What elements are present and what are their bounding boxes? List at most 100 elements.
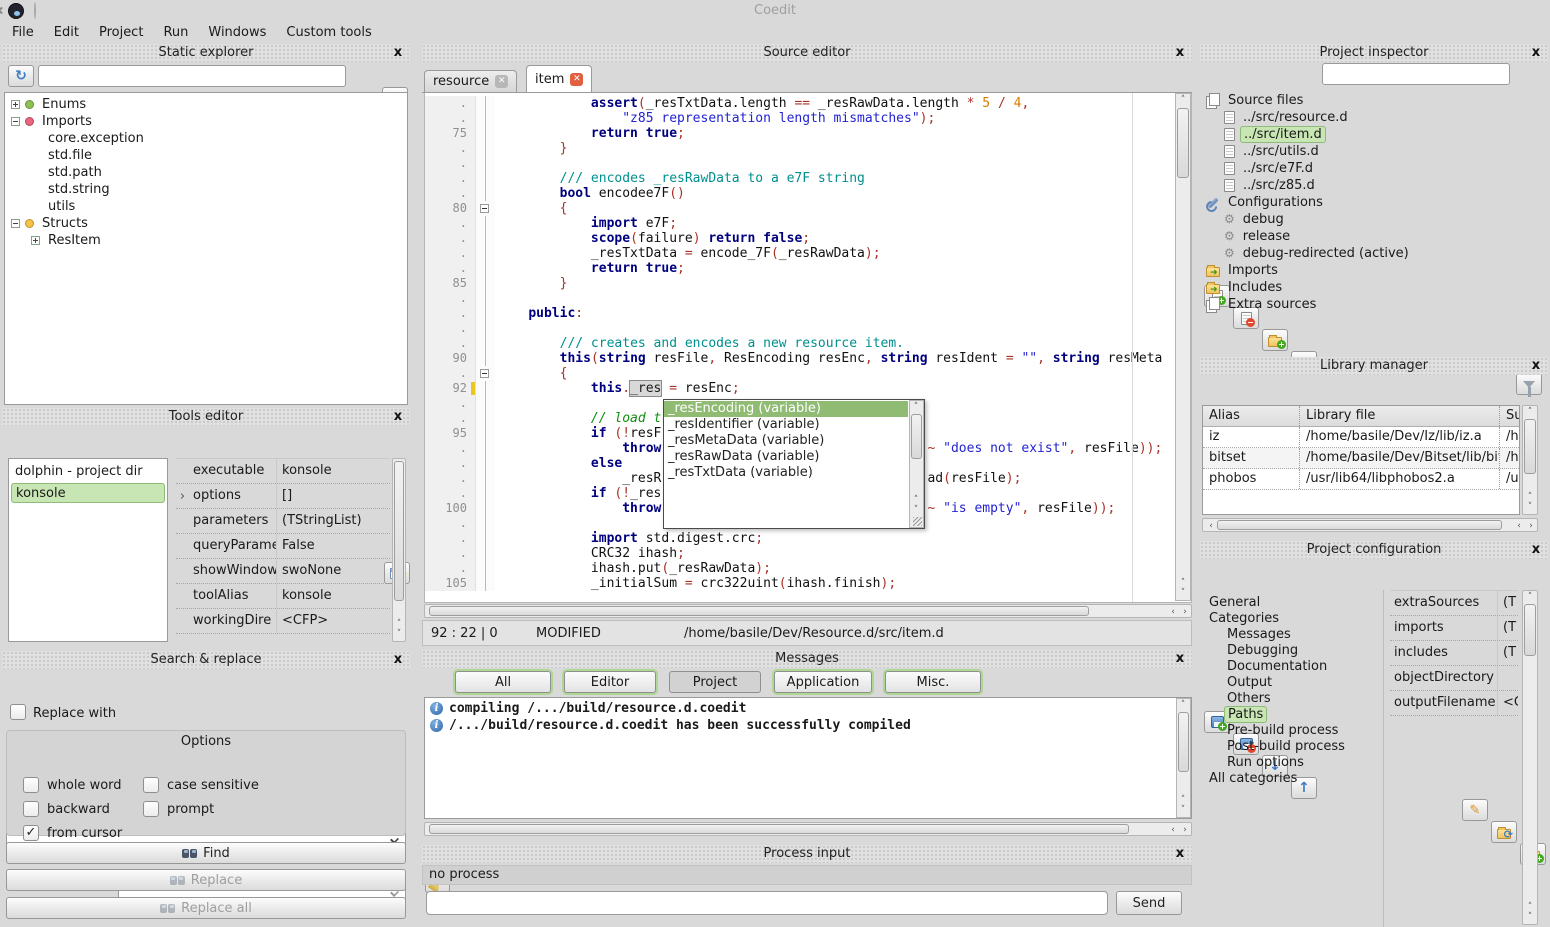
project-tree-item[interactable]: ../src/resource.d [1202,109,1546,126]
replace-with-checkbox[interactable] [10,704,26,720]
checkbox-from-cursor[interactable]: ✓ [23,825,39,841]
process-input-close-icon[interactable]: x [1173,845,1187,863]
filter-application[interactable]: Application [774,671,872,693]
config-property-row[interactable]: imports(T [1390,616,1518,641]
fold-margin[interactable] [475,231,495,246]
tree-item[interactable]: utils [5,198,407,215]
tools-editor-close-icon[interactable]: x [391,408,405,426]
fold-margin[interactable] [475,366,495,381]
project-tree-item[interactable]: ➜Includes [1202,279,1546,296]
category-item[interactable]: Messages [1202,626,1383,642]
menu-item-custom-tools[interactable]: Custom tools [276,25,381,40]
fold-collapse-icon[interactable] [480,204,489,213]
fold-margin[interactable] [475,456,495,471]
checkbox-prompt[interactable] [143,801,159,817]
fold-margin[interactable] [475,201,495,216]
config-property-row[interactable]: extraSources(T [1390,591,1518,616]
fold-margin[interactable] [475,276,495,291]
fold-margin[interactable] [475,471,495,486]
tab-close-icon[interactable]: ✕ [495,75,508,88]
tree-item[interactable]: Imports [5,113,407,130]
fold-margin[interactable] [475,186,495,201]
menu-item-file[interactable]: File [2,25,44,40]
completion-item[interactable]: _resMetaData (variable) [664,433,908,449]
tool-property-row[interactable]: showWindowswoNone [176,559,390,584]
category-item[interactable]: Categories [1202,610,1383,626]
expander-plus-icon[interactable] [11,100,20,109]
replace-button[interactable]: Replace [6,869,406,891]
tree-item[interactable]: std.file [5,147,407,164]
tool-list-item[interactable]: dolphin - project dir [11,462,165,482]
fold-margin[interactable] [475,261,495,276]
project-configuration-close-icon[interactable]: x [1529,541,1543,559]
project-tree-item[interactable]: ../src/e7F.d [1202,160,1546,177]
category-item[interactable]: Pre-build process [1202,722,1383,738]
column-header-alias[interactable]: Alias [1203,406,1299,426]
project-tree-item[interactable]: ➜Imports [1202,262,1546,279]
menu-item-edit[interactable]: Edit [44,25,89,40]
tree-item[interactable]: Enums [5,96,407,113]
fold-margin[interactable] [475,171,495,186]
fold-margin[interactable] [475,426,495,441]
project-tree-item[interactable]: Configurations [1202,194,1546,211]
project-tree-item[interactable]: ../src/z85.d [1202,177,1546,194]
expander-minus-icon[interactable] [11,219,20,228]
tool-property-row[interactable]: workingDire<CFP> [176,609,390,634]
project-tree-item[interactable]: Extra sources [1202,296,1546,313]
messages-vscrollbar[interactable]: ˄ ˄˅ [1176,698,1191,818]
project-tree-item[interactable]: ⚙debug [1202,211,1546,228]
menu-item-run[interactable]: Run [153,25,198,40]
project-tree-item[interactable]: ../src/utils.d [1202,143,1546,160]
fold-margin[interactable] [475,411,495,426]
category-item[interactable]: Others [1202,690,1383,706]
tool-property-row[interactable]: queryParameFalse [176,534,390,559]
fold-margin[interactable] [475,561,495,576]
fold-margin[interactable] [475,246,495,261]
project-tree-item[interactable]: ⚙debug-redirected (active) [1202,245,1546,262]
editor-tab-item[interactable]: item✕ [526,65,592,92]
fold-margin[interactable] [475,96,495,111]
project-tree-item[interactable]: Source files [1202,92,1546,109]
fold-margin[interactable] [475,576,495,591]
refresh-button[interactable]: ↻ [8,65,34,87]
expander-plus-icon[interactable] [31,236,40,245]
tab-close-icon[interactable]: ✕ [570,73,583,86]
checkbox-case-sensitive[interactable] [143,777,159,793]
fold-margin[interactable] [475,381,495,396]
project-tree-item[interactable]: ../src/item.d [1202,126,1546,143]
library-manager-close-icon[interactable]: x [1529,357,1543,375]
fold-margin[interactable] [475,306,495,321]
tool-list-item[interactable]: konsole [11,483,165,503]
source-editor-close-icon[interactable]: x [1173,44,1187,62]
fold-margin[interactable] [475,216,495,231]
library-hscrollbar[interactable]: ‹ ‹› [1202,518,1538,532]
fold-collapse-icon[interactable] [480,369,489,378]
config-property-row[interactable]: objectDirectory [1390,666,1518,691]
column-header-su[interactable]: Su [1499,406,1520,426]
tree-item[interactable]: Structs [5,215,407,232]
expander-minus-icon[interactable] [11,117,20,126]
category-item[interactable]: Run options [1202,754,1383,770]
project-tree-item[interactable]: ⚙release [1202,228,1546,245]
fold-margin[interactable] [475,546,495,561]
fold-margin[interactable] [475,141,495,156]
tool-property-row[interactable]: toolAliaskonsole [176,584,390,609]
find-button[interactable]: Find [6,842,406,864]
library-row[interactable]: iz/home/basile/Dev/Iz/lib/iz.a/ho [1203,427,1519,448]
tool-property-row[interactable]: ›options[] [176,484,390,509]
message-row[interactable]: i/.../build/resource.d.coedit has been s… [425,717,1191,734]
category-item[interactable]: General [1202,594,1383,610]
resize-grip-icon[interactable] [913,517,922,526]
fold-margin[interactable] [475,321,495,336]
code-editor[interactable]: . assert(_resTxtData.length == _resRawDa… [424,93,1192,603]
editor-hscrollbar[interactable]: ‹› [424,604,1192,618]
completion-item[interactable]: _resTxtData (variable) [664,465,908,481]
static-explorer-close-icon[interactable]: x [391,44,405,62]
checkbox-backward[interactable] [23,801,39,817]
menu-item-project[interactable]: Project [89,25,153,40]
completion-item[interactable]: _resRawData (variable) [664,449,908,465]
tools-grid-vscrollbar[interactable]: ˄˅ [392,458,406,642]
library-row[interactable]: phobos/usr/lib64/libphobos2.a/us [1203,469,1519,490]
fold-margin[interactable] [475,486,495,501]
editor-tab-resource[interactable]: resource✕ [424,70,517,92]
